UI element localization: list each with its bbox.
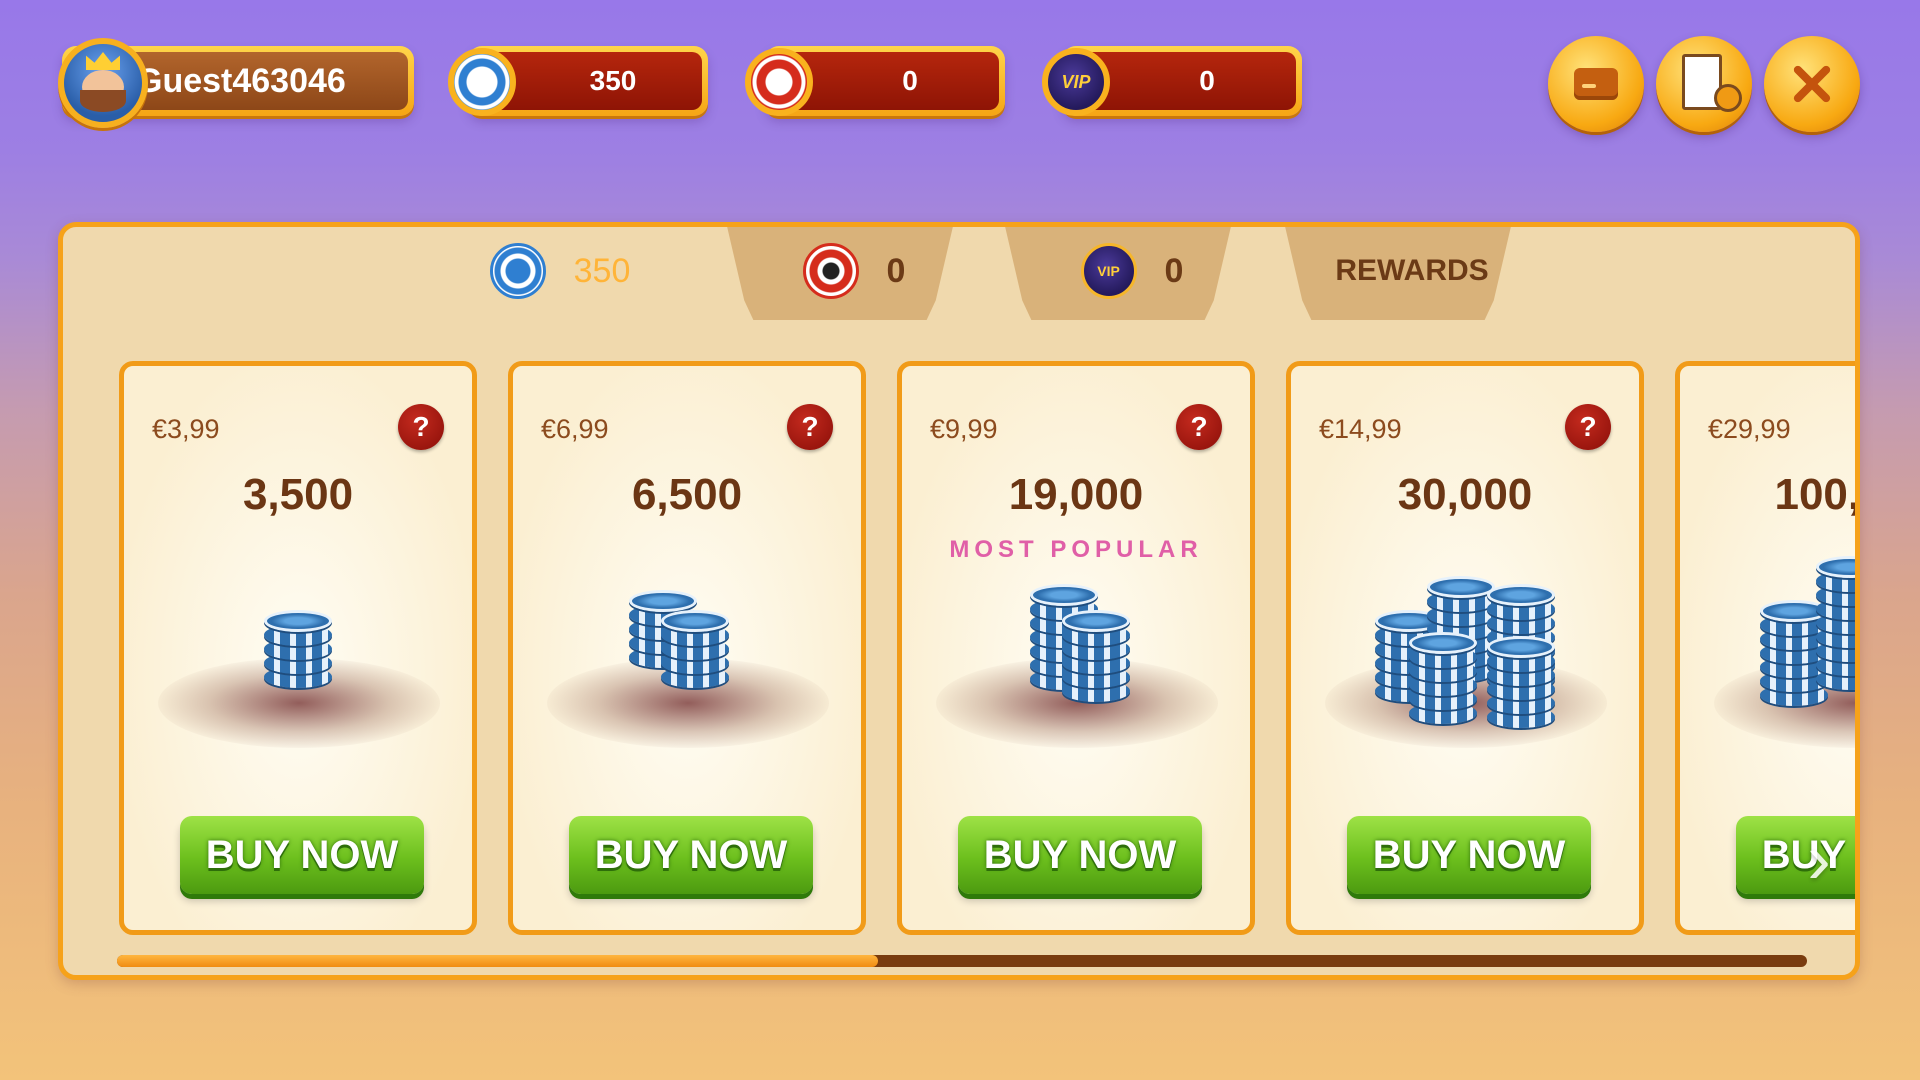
offer-price: €3,99 [152, 414, 220, 444]
offer-amount: 6,500 [631, 470, 743, 519]
vip-coin-icon: VIP [1042, 48, 1110, 116]
offer-price: €9,99 [930, 414, 998, 444]
tab-poker-label: 0 [886, 251, 906, 290]
offer-amount: 30,000 [1397, 470, 1533, 519]
help-icon[interactable]: ? [1565, 404, 1611, 450]
offer-card[interactable]: €3,99 ? 3,500 BUY NOW [119, 361, 477, 935]
buy-now-button[interactable]: BUY NOW [180, 816, 424, 894]
chevron-right-icon[interactable]: › [1787, 820, 1851, 898]
red-spade-chip-icon [802, 243, 859, 299]
offer-amount: 3,500 [242, 470, 354, 519]
tab-chips[interactable]: 350 [415, 227, 677, 317]
scrollbar[interactable] [117, 955, 1807, 967]
offer-card[interactable]: €6,99 ? 6,500 BUY NOW [508, 361, 866, 935]
red-spade-chip-icon [745, 48, 813, 116]
help-icon[interactable]: ? [398, 404, 444, 450]
tab-rewards[interactable]: REWARDS [1287, 227, 1509, 317]
wallet-button[interactable] [1548, 36, 1644, 132]
close-icon [1764, 36, 1860, 132]
help-icon[interactable]: ? [787, 404, 833, 450]
blue-chip-icon [448, 48, 516, 116]
tab-poker[interactable]: 0 [729, 227, 951, 317]
chip-stack-icon [513, 556, 861, 756]
buy-now-button[interactable]: BUY NOW [958, 816, 1202, 894]
chip-stack-icon [1680, 556, 1855, 756]
tab-rewards-label: REWARDS [1335, 254, 1489, 287]
chip-stack-icon [902, 556, 1250, 756]
offer-amount: 19,000 [1008, 470, 1144, 519]
chip-stack-icon [1291, 556, 1639, 756]
exchange-button[interactable] [1656, 36, 1752, 132]
blue-chip-icon [489, 243, 546, 299]
help-icon[interactable]: ? [1176, 404, 1222, 450]
tab-vip-label: 0 [1164, 251, 1184, 290]
offer-price: €29,99 [1708, 414, 1791, 444]
buy-now-button[interactable]: BUY NOW [1347, 816, 1591, 894]
tab-chips-label: 350 [573, 251, 631, 290]
scrollbar-thumb[interactable] [117, 955, 878, 967]
shop-panel: 350 0 VIP 0 REWARDS €3,99 ? 3,500 BUY NO… [58, 222, 1860, 980]
offer-price: €6,99 [541, 414, 609, 444]
offer-card-popular[interactable]: €9,99 ? 19,000 MOST POPULAR BUY NOW [897, 361, 1255, 935]
vip-coin-icon: VIP [1080, 243, 1137, 299]
chip-stack-icon [124, 556, 472, 756]
offer-price: €14,99 [1319, 414, 1402, 444]
offer-card[interactable]: €14,99 ? 30,000 BUY NOW [1286, 361, 1644, 935]
close-button[interactable] [1764, 36, 1860, 132]
offer-amount: 100,000 [1774, 470, 1860, 519]
tab-vip[interactable]: VIP 0 [1007, 227, 1229, 317]
buy-now-button[interactable]: BUY NOW [569, 816, 813, 894]
king-avatar-icon[interactable] [58, 38, 148, 128]
